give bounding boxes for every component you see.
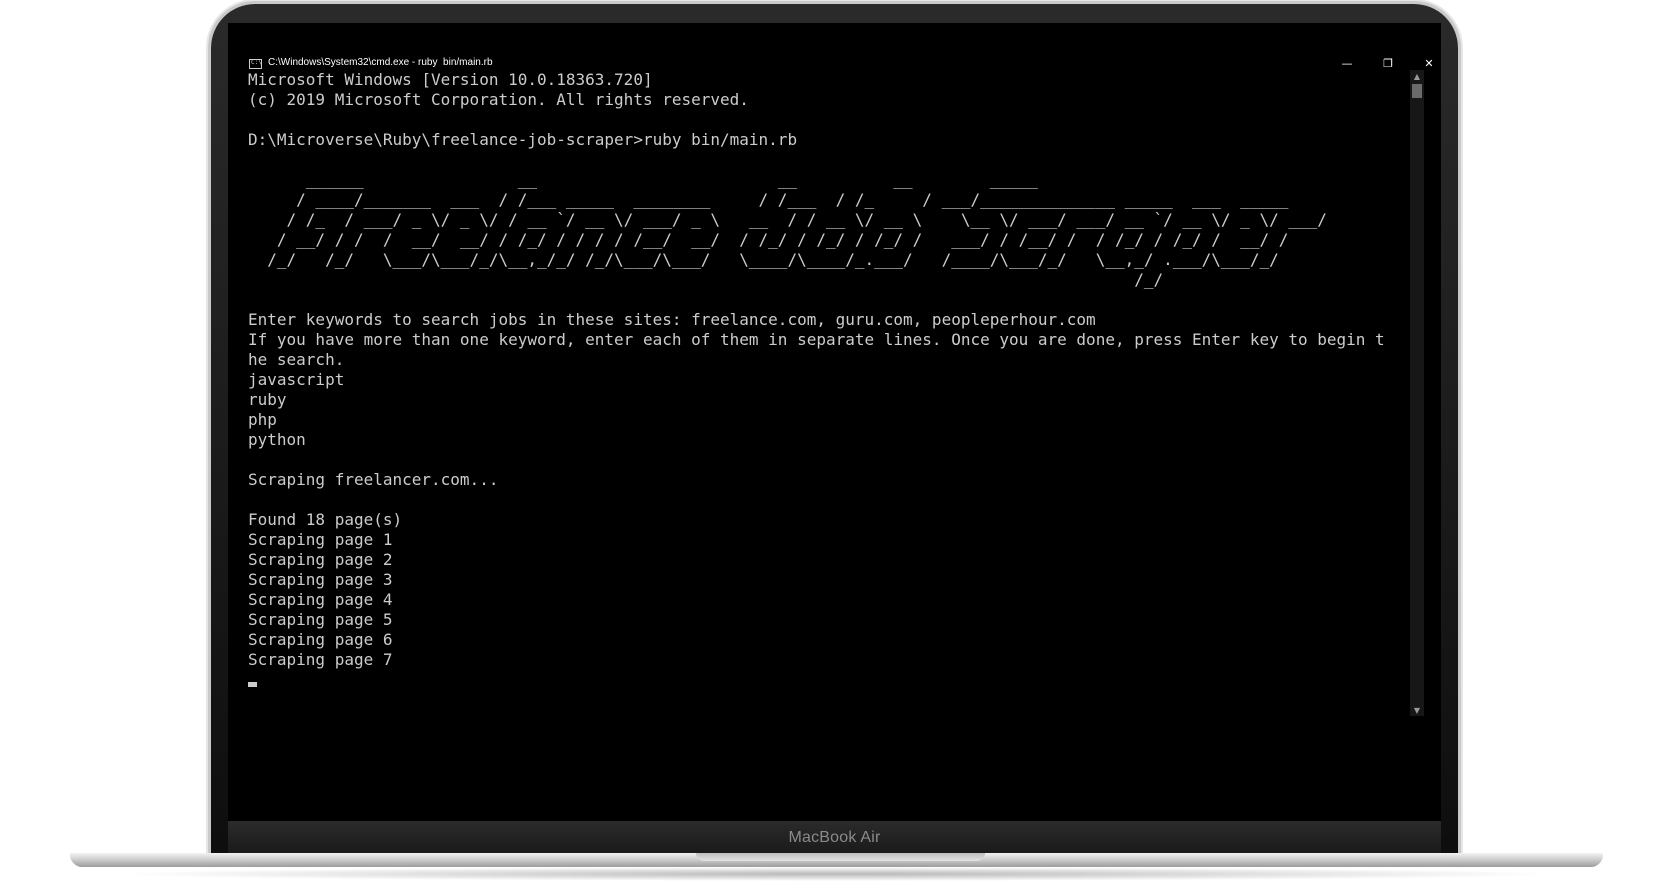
cursor-line — [248, 670, 1418, 690]
scroll-up-icon[interactable]: ▲ — [1410, 70, 1424, 82]
scene: C:\Windows\System32\cmd.exe - ruby bin/m… — [0, 0, 1666, 895]
scroll-down-icon[interactable]: ▼ — [1410, 704, 1424, 716]
device-label: MacBook Air — [788, 828, 881, 846]
laptop-shadow — [110, 867, 1563, 881]
terminal-line: Scraping page 3 — [248, 570, 393, 589]
terminal-line: python — [248, 430, 306, 449]
laptop-base-notch — [696, 853, 985, 861]
window-title: C:\Windows\System32\cmd.exe - ruby bin/m… — [268, 57, 493, 68]
terminal-line: Scraping freelancer.com... — [248, 470, 499, 489]
terminal-line: /_/ — [248, 270, 1164, 289]
window-titlebar[interactable]: C:\Windows\System32\cmd.exe - ruby bin/m… — [228, 23, 1441, 70]
terminal-line: he search. — [248, 350, 345, 369]
cmd-icon — [249, 59, 262, 69]
terminal-line: Scraping page 7 — [248, 650, 393, 669]
terminal-line: php — [248, 410, 277, 429]
text-cursor — [248, 682, 257, 687]
terminal-line: / __/ / / / __/ __/ / /_/ / / / / /__/ _… — [248, 230, 1289, 249]
terminal-line: Scraping page 2 — [248, 550, 393, 569]
terminal-line: javascript — [248, 370, 345, 389]
terminal-line: Scraping page 1 — [248, 530, 393, 549]
terminal-line: / ____/_______ ___ / /___ _____ ________… — [248, 190, 1289, 209]
terminal-line: D:\Microverse\Ruby\freelance-job-scraper… — [248, 130, 798, 149]
scroll-thumb[interactable] — [1412, 84, 1422, 98]
terminal-line: Scraping page 4 — [248, 590, 393, 609]
terminal-line: If you have more than one keyword, enter… — [248, 330, 1385, 349]
terminal-line: Microsoft Windows [Version 10.0.18363.72… — [248, 70, 653, 89]
terminal-line: ______ __ __ __ _____ — [248, 170, 1038, 189]
terminal-line: Scraping page 5 — [248, 610, 393, 629]
vertical-scrollbar[interactable]: ▲ ▼ — [1410, 70, 1424, 716]
terminal-line: (c) 2019 Microsoft Corporation. All righ… — [248, 90, 749, 109]
terminal-line: Found 18 page(s) — [248, 510, 403, 529]
terminal-line: /_/ /_/ \___/\___/_/\__,_/_/ /_/\___/\__… — [248, 250, 1279, 269]
terminal-line: Scraping page 6 — [248, 630, 393, 649]
terminal-output[interactable]: Microsoft Windows [Version 10.0.18363.72… — [248, 70, 1418, 710]
terminal-line: ruby — [248, 390, 287, 409]
terminal-line: / /_ / ___/ _ \/ _ \/ / __ `/ __ \/ ___/… — [248, 210, 1327, 229]
laptop-chin: MacBook Air — [228, 821, 1441, 854]
terminal-line: Enter keywords to search jobs in these s… — [248, 310, 1096, 329]
